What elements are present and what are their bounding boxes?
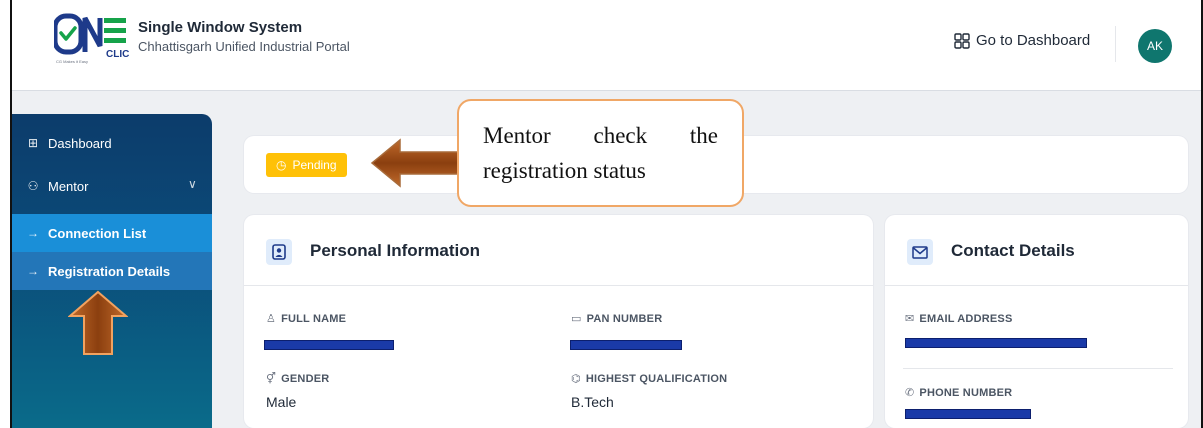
one-click-logo[interactable]: CLICK CG Makes it Easy <box>54 12 130 64</box>
gender-value: Male <box>266 394 297 410</box>
contact-details-card: Contact Details ✉ EMAIL ADDRESS ✆ PHONE … <box>885 215 1188 428</box>
email-address-label: ✉ EMAIL ADDRESS <box>905 312 1013 326</box>
arrow-right-icon: → <box>27 226 39 240</box>
arrow-right-icon: → <box>27 264 39 278</box>
sidebar: ⊞ Dashboard ⚇ Mentor ∨ → Connection List… <box>12 114 212 428</box>
clock-icon: ◷ <box>276 158 287 172</box>
id-card-icon <box>266 239 292 265</box>
redacted-pan-number <box>570 340 682 350</box>
phone-icon: ✆ <box>905 387 915 399</box>
annotation-line-1: Mentor check the <box>483 123 718 148</box>
annotation-arrow-left <box>370 138 461 188</box>
annotation-line-2: registration status <box>483 158 646 183</box>
phone-number-label: ✆ PHONE NUMBER <box>905 386 1013 400</box>
app-title: Single Window System <box>138 19 303 36</box>
sidebar-item-dashboard[interactable]: ⊞ Dashboard <box>12 132 212 154</box>
card-title: Contact Details <box>951 241 1075 260</box>
personal-information-card: Personal Information ♙ FULL NAME ▭ PAN N… <box>244 215 873 428</box>
grid-icon: ⊞ <box>27 136 39 150</box>
redacted-email-address <box>905 338 1087 348</box>
sidebar-item-mentor[interactable]: ⚇ Mentor ∨ <box>12 175 212 197</box>
user-icon: ♙ <box>266 313 277 325</box>
svg-text:CLICK: CLICK <box>106 49 130 60</box>
status-badge-label: Pending <box>292 158 337 172</box>
annotation-callout: Mentor check the registration status <box>457 99 744 207</box>
card-icon: ▭ <box>571 313 582 325</box>
mail-icon <box>907 239 933 265</box>
svg-text:CG Makes it Easy: CG Makes it Easy <box>56 59 88 64</box>
divider <box>903 368 1173 369</box>
app-frame: CLICK CG Makes it Easy Single Window Sys… <box>10 0 1203 428</box>
redacted-phone-number <box>905 409 1031 419</box>
gender-icon: ⚥ <box>266 373 277 385</box>
status-badge: ◷ Pending <box>266 153 347 177</box>
card-title: Personal Information <box>310 241 481 260</box>
users-icon: ⚇ <box>27 179 39 193</box>
card-header: Contact Details <box>885 215 1188 286</box>
gender-label: ⚥ GENDER <box>266 372 330 386</box>
top-header: CLICK CG Makes it Easy Single Window Sys… <box>12 0 1201 91</box>
go-to-dashboard-label: Go to Dashboard <box>976 32 1091 49</box>
sidebar-item-label: Dashboard <box>48 135 112 151</box>
sidebar-item-connection-list[interactable]: → Connection List <box>12 214 212 252</box>
sidebar-item-registration-details[interactable]: → Registration Details <box>12 252 212 290</box>
chevron-down-icon: ∨ <box>188 177 197 191</box>
redacted-full-name <box>264 340 394 350</box>
full-name-label: ♙ FULL NAME <box>266 312 347 326</box>
grid-icon <box>954 32 970 49</box>
card-header: Personal Information <box>244 215 873 286</box>
sidebar-item-label: Registration Details <box>48 263 171 279</box>
pan-number-label: ▭ PAN NUMBER <box>571 312 663 326</box>
annotation-arrow-up <box>68 290 128 355</box>
highest-qualification-label: ⌬ HIGHEST QUALIFICATION <box>571 372 728 386</box>
sidebar-item-label: Mentor <box>48 178 89 194</box>
sidebar-item-label: Connection List <box>48 225 147 241</box>
highest-qualification-value: B.Tech <box>571 394 614 410</box>
user-avatar[interactable]: AK <box>1138 29 1172 63</box>
go-to-dashboard-button[interactable]: Go to Dashboard <box>954 32 1090 49</box>
mail-icon: ✉ <box>905 313 915 325</box>
header-divider <box>1115 26 1116 62</box>
graduation-cap-icon: ⌬ <box>571 373 581 385</box>
app-subtitle: Chhattisgarh Unified Industrial Portal <box>138 39 350 54</box>
